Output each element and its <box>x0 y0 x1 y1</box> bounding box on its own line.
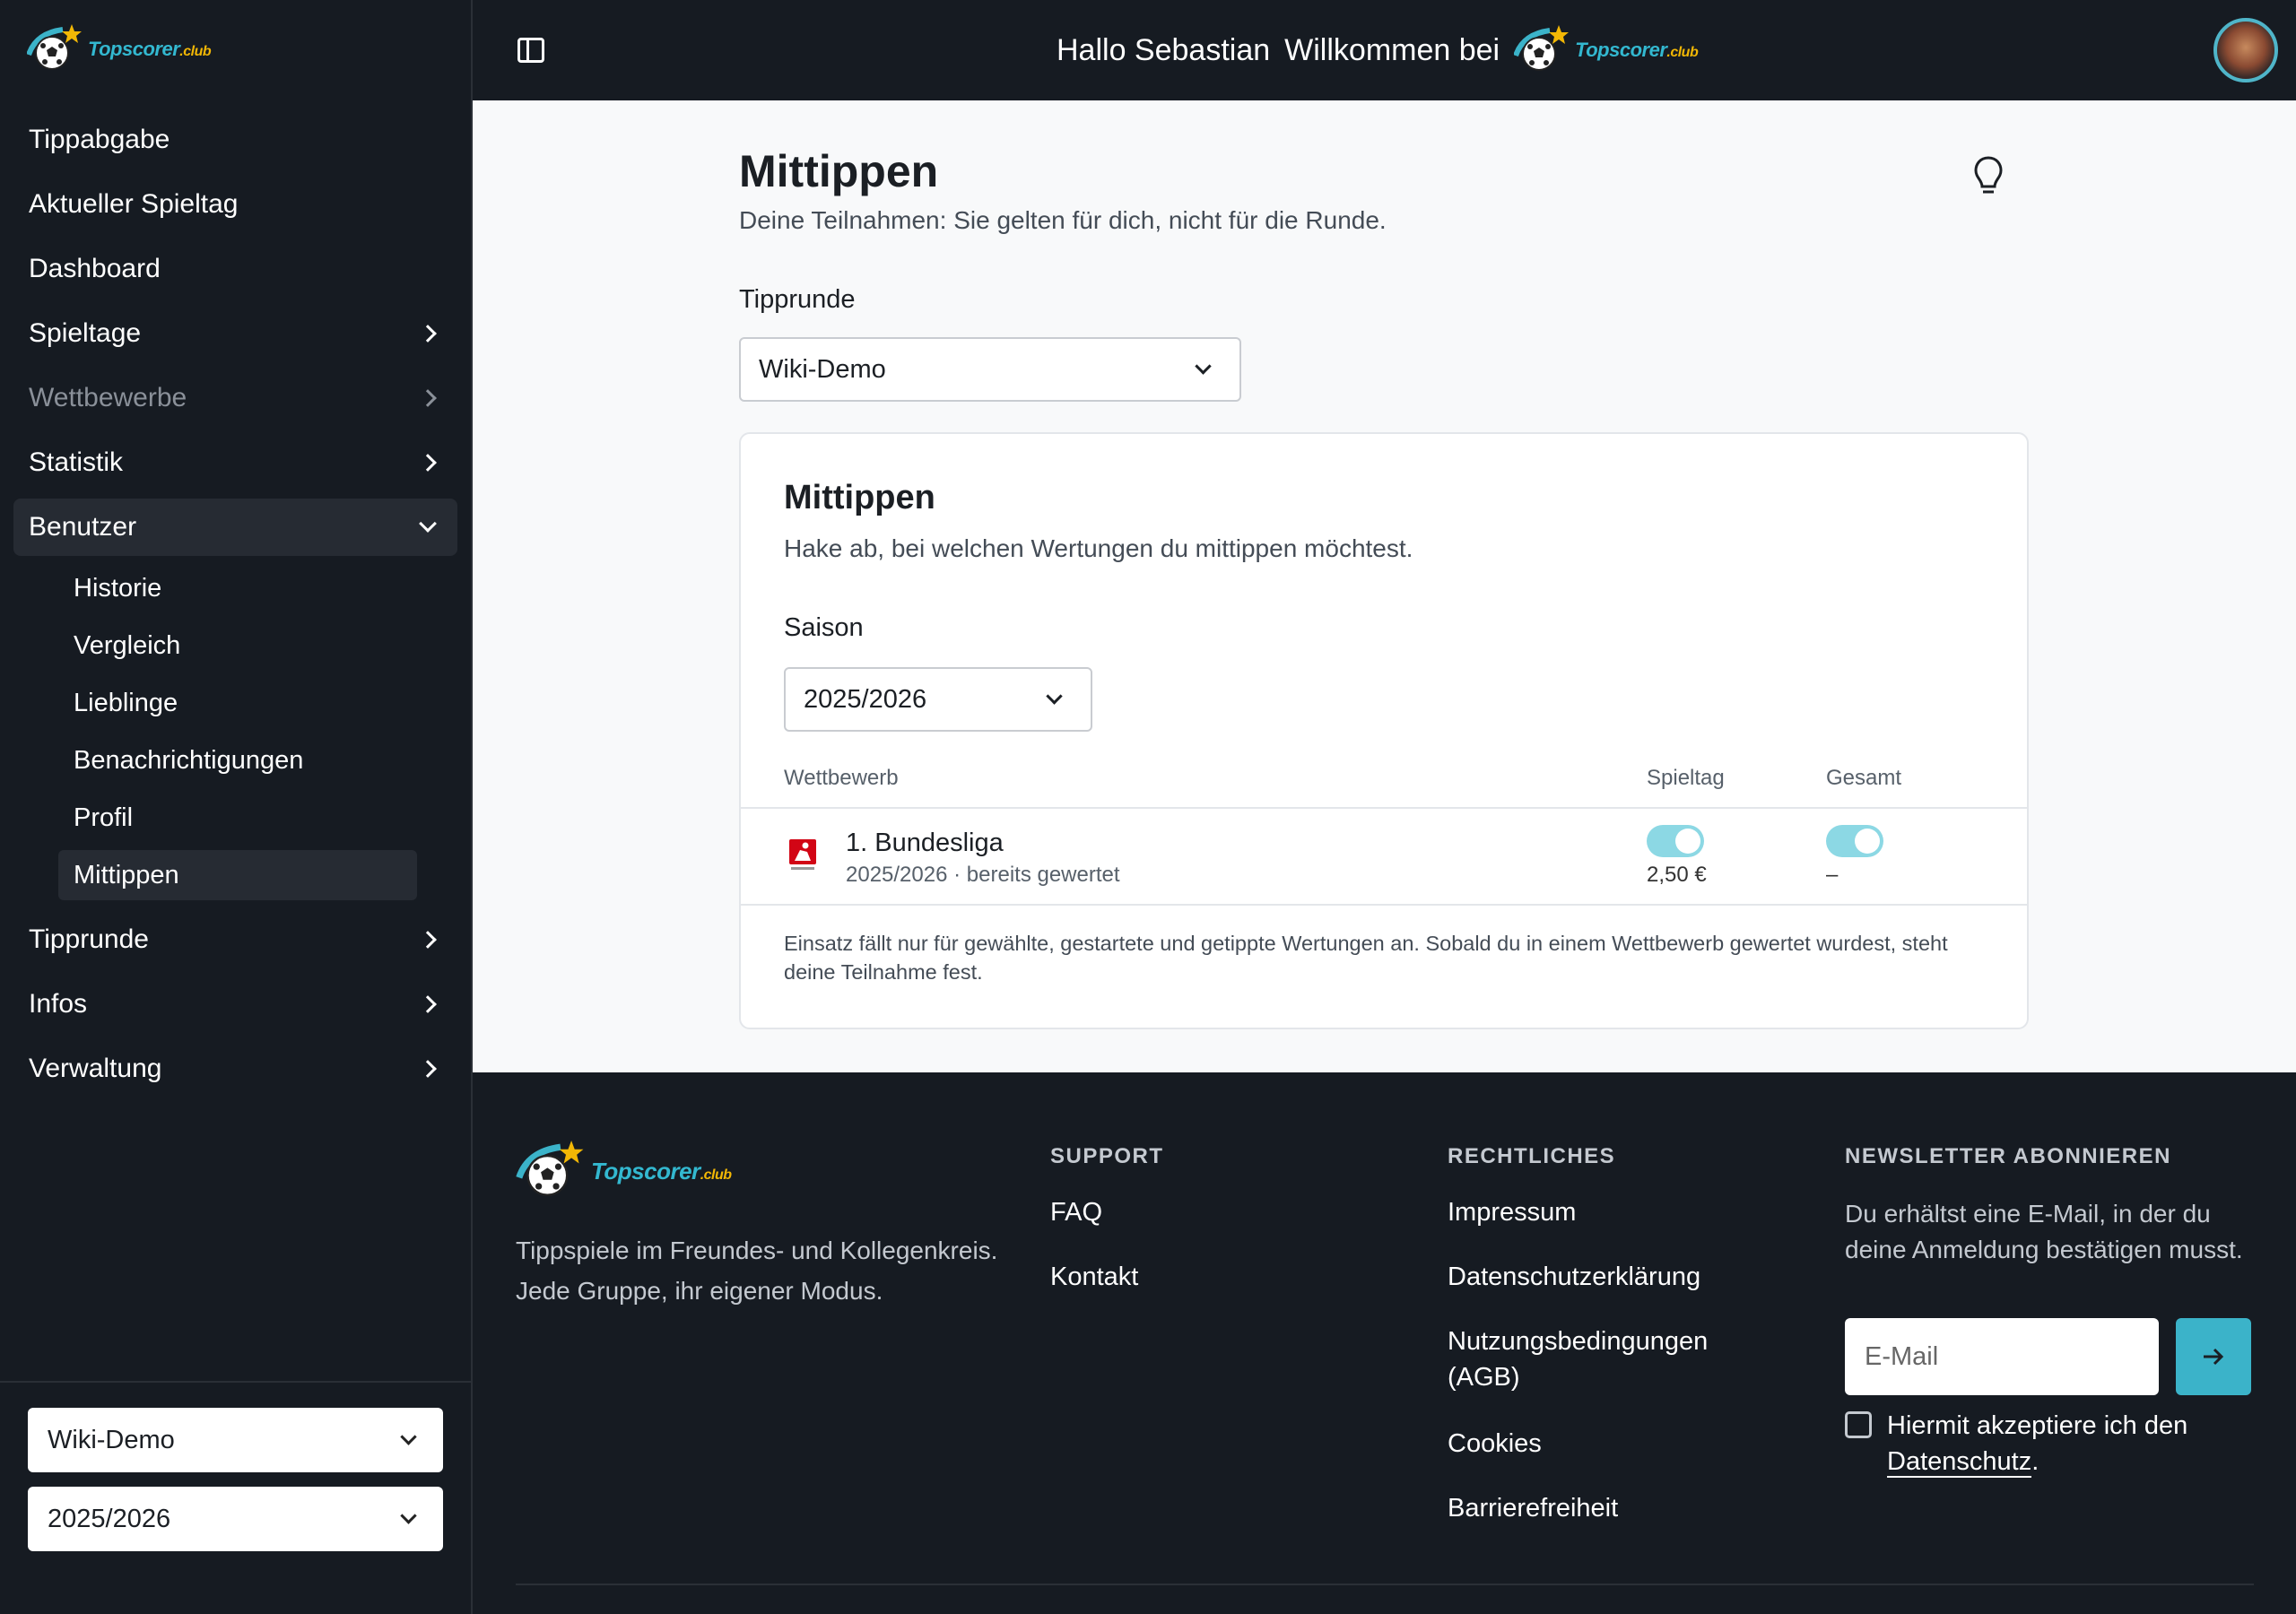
sidebar-item-benutzer[interactable]: Benutzer <box>13 499 457 556</box>
header-brand-logo: Topscorer.club <box>1514 25 1699 75</box>
chevron-right-icon <box>419 931 437 949</box>
sidebar-item-spieltage[interactable]: Spieltage <box>13 305 457 362</box>
footer-link-cookies[interactable]: Cookies <box>1448 1426 1542 1462</box>
season-label: Saison <box>784 613 864 642</box>
soccer-ball-icon <box>1514 25 1570 71</box>
footer-brand-logo[interactable]: Topscorer.club <box>516 1141 732 1202</box>
sidebar-season-select[interactable]: 2025/2026 <box>28 1487 443 1551</box>
sidebar-item-infos[interactable]: Infos <box>13 976 457 1033</box>
sidebar-subitem-mittippen[interactable]: Mittippen <box>58 850 417 900</box>
column-header-competition: Wettbewerb <box>784 766 899 790</box>
footer-link-kontakt[interactable]: Kontakt <box>1050 1259 1138 1295</box>
chevron-right-icon <box>419 325 437 343</box>
newsletter-submit-button[interactable] <box>2176 1318 2251 1395</box>
greeting-text: Hallo Sebastian <box>1057 32 1271 67</box>
sidebar-bottom: Wiki-Demo 2025/2026 <box>0 1381 473 1614</box>
footer: Topscorer.club Tippspiele im Freundes- u… <box>473 1072 2296 1614</box>
sidebar-item-tipprunde[interactable]: Tipprunde <box>13 911 457 968</box>
chevron-down-icon <box>400 1427 417 1445</box>
page-subtitle: Deine Teilnahmen: Sie gelten für dich, n… <box>739 206 1387 234</box>
sidebar-item-wettbewerbe[interactable]: Wettbewerbe <box>13 369 457 427</box>
sidebar: Topscorer.club Tippabgabe Aktueller Spie… <box>0 0 473 1614</box>
chevron-down-icon <box>1046 687 1063 705</box>
round-label: Tipprunde <box>739 285 856 314</box>
lightbulb-icon[interactable] <box>1970 154 2006 199</box>
divider <box>741 807 2027 809</box>
arrow-right-icon <box>2204 1348 2224 1366</box>
sidebar-subnav-benutzer: Historie Vergleich Lieblinge Benachricht… <box>58 563 417 900</box>
soccer-ball-icon <box>516 1141 584 1196</box>
sidebar-item-verwaltung[interactable]: Verwaltung <box>13 1040 457 1098</box>
newsletter-description: Du erhältst eine E-Mail, in der du deine… <box>1845 1200 2243 1263</box>
brand-name: Topscorer.club <box>88 38 212 60</box>
sidebar-item-statistik[interactable]: Statistik <box>13 434 457 491</box>
competition-meta: 2025/2026 · bereits gewertet <box>846 863 1120 887</box>
sidebar-round-select[interactable]: Wiki-Demo <box>28 1408 443 1472</box>
season-select[interactable]: 2025/2026 <box>784 667 1092 732</box>
newsletter-email-input[interactable] <box>1845 1318 2159 1395</box>
total-toggle[interactable] <box>1826 825 1883 857</box>
footer-brand-name: Topscorer.club <box>591 1157 732 1184</box>
chevron-down-icon <box>1195 357 1212 375</box>
soccer-ball-icon <box>27 24 82 70</box>
sidebar-item-tippabgabe[interactable]: Tippabgabe <box>13 111 457 169</box>
newsletter-consent-label: Hiermit akzeptiere ich den Datenschutz. <box>1887 1411 2188 1478</box>
round-select[interactable]: Wiki-Demo <box>739 337 1241 402</box>
brand-logo[interactable]: Topscorer.club <box>27 22 212 77</box>
sidebar-item-dashboard[interactable]: Dashboard <box>13 240 457 298</box>
footer-link-agb[interactable]: Nutzungsbedingungen (AGB) <box>1448 1323 1735 1395</box>
chevron-down-icon <box>400 1506 417 1524</box>
footer-support-heading: SUPPORT <box>1050 1144 1164 1168</box>
column-header-total: Gesamt <box>1826 766 1902 790</box>
sidebar-subitem-profil[interactable]: Profil <box>58 793 417 843</box>
footer-divider <box>516 1584 2254 1585</box>
sidebar-subitem-vergleich[interactable]: Vergleich <box>58 620 417 671</box>
user-avatar[interactable] <box>2213 18 2278 82</box>
chevron-right-icon <box>419 389 437 407</box>
column-header-matchday: Spieltag <box>1647 766 1725 790</box>
footer-link-barrierefreiheit[interactable]: Barrierefreiheit <box>1448 1490 1618 1526</box>
footer-link-datenschutz[interactable]: Datenschutzerklärung <box>1448 1259 1700 1295</box>
footer-link-faq[interactable]: FAQ <box>1050 1194 1102 1230</box>
card-title: Mittippen <box>784 479 935 516</box>
matchday-amount: 2,50 € <box>1647 863 1707 887</box>
page-title: Mittippen <box>739 146 939 196</box>
chevron-down-icon <box>419 515 437 533</box>
competition-name: 1. Bundesliga <box>846 829 1004 857</box>
chevron-right-icon <box>419 995 437 1013</box>
chevron-right-icon <box>419 454 437 472</box>
chevron-right-icon <box>419 1060 437 1078</box>
header-greeting: Hallo Sebastian Willkommen bei Topscorer… <box>1057 25 1699 75</box>
sidebar-subitem-historie[interactable]: Historie <box>58 563 417 613</box>
participation-note: Einsatz fällt nur für gewählte, gestarte… <box>784 932 1948 984</box>
top-header: Hallo Sebastian Willkommen bei Topscorer… <box>473 0 2296 100</box>
footer-newsletter-heading: NEWSLETTER ABONNIEREN <box>1845 1144 2171 1168</box>
main-content: Mittippen Deine Teilnahmen: Sie gelten f… <box>473 100 2296 1072</box>
welcome-text: Willkommen bei <box>1284 32 1500 67</box>
privacy-link[interactable]: Datenschutz <box>1887 1447 2032 1478</box>
sidebar-item-aktueller-spieltag[interactable]: Aktueller Spieltag <box>13 176 457 233</box>
header-brand-name: Topscorer.club <box>1575 39 1699 61</box>
sidebar-toggle-icon[interactable] <box>517 38 544 63</box>
bundesliga-logo-icon <box>789 839 816 870</box>
sidebar-subitem-benachrichtigungen[interactable]: Benachrichtigungen <box>58 735 417 785</box>
participation-card: Mittippen Hake ab, bei welchen Wertungen… <box>739 432 2029 1029</box>
matchday-toggle[interactable] <box>1647 825 1704 857</box>
newsletter-consent-checkbox[interactable] <box>1845 1411 1872 1438</box>
divider <box>741 904 2027 906</box>
sidebar-subitem-lieblinge[interactable]: Lieblinge <box>58 678 417 728</box>
sidebar-nav: Tippabgabe Aktueller Spieltag Dashboard … <box>13 111 457 1105</box>
footer-description: Tippspiele im Freundes- und Kollegenkrei… <box>516 1237 998 1305</box>
footer-legal-heading: RECHTLICHES <box>1448 1144 1616 1168</box>
card-subtitle: Hake ab, bei welchen Wertungen du mittip… <box>784 534 1413 562</box>
footer-link-impressum[interactable]: Impressum <box>1448 1194 1576 1230</box>
total-amount: – <box>1826 863 1839 887</box>
